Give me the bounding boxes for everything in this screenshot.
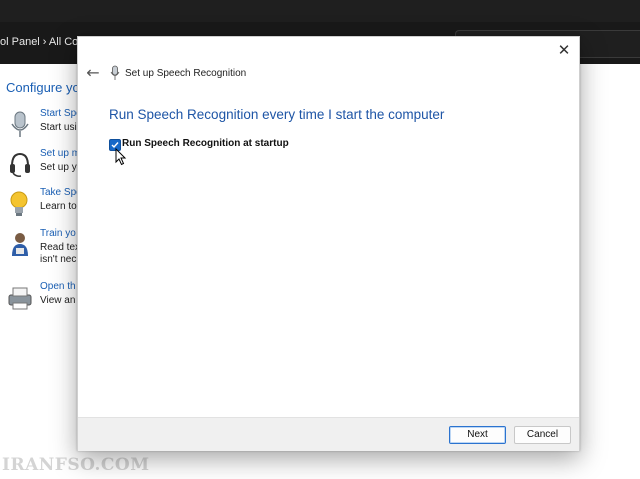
next-button[interactable]: Next <box>449 426 506 444</box>
back-arrow-icon[interactable]: ← <box>83 64 103 82</box>
bg-item-desc: Start usi <box>40 122 77 133</box>
printer-icon <box>8 287 32 310</box>
close-icon[interactable]: ✕ <box>555 41 573 59</box>
background-titlebar <box>0 0 640 22</box>
bg-item-tutorial[interactable]: Take Spe Learn to <box>6 187 86 227</box>
headset-icon <box>10 152 30 177</box>
bg-item-desc: Read tex isn't nec <box>40 242 81 265</box>
bg-item-link[interactable]: Start Spe <box>40 108 82 119</box>
dialog-title: Set up Speech Recognition <box>125 68 247 79</box>
bg-item-setup-mic[interactable]: Set up m Set up y <box>6 148 86 188</box>
microphone-icon <box>110 65 120 80</box>
bg-item-desc: Learn to <box>40 201 77 212</box>
bg-item-start-speech[interactable]: Start Spe Start usi <box>6 108 86 148</box>
startup-checkbox-label[interactable]: Run Speech Recognition at startup <box>122 138 289 149</box>
lightbulb-icon <box>10 191 28 216</box>
bg-item-link[interactable]: Open th <box>40 281 76 292</box>
person-icon <box>12 233 28 256</box>
background-heading: Configure yo <box>6 80 80 95</box>
watermark: IRANFSO.COM <box>2 455 150 475</box>
cancel-button[interactable]: Cancel <box>514 426 571 444</box>
bg-item-desc: View an <box>40 295 76 306</box>
breadcrumb[interactable]: ol Panel › All Co <box>0 36 78 48</box>
dialog-footer: Next Cancel <box>78 417 579 451</box>
bg-item-link[interactable]: Set up m <box>40 148 80 159</box>
speech-setup-dialog: ✕ ← Set up Speech Recognition Run Speech… <box>77 36 580 451</box>
bg-item-link[interactable]: Train yo <box>40 228 76 239</box>
bg-item-reference[interactable]: Open th View an <box>6 281 86 321</box>
microphone-icon <box>11 111 29 137</box>
bg-item-train[interactable]: Train yo Read tex isn't nec <box>6 228 86 268</box>
bg-item-desc: Set up y <box>40 162 77 173</box>
bg-item-link[interactable]: Take Spe <box>40 187 82 198</box>
mouse-cursor-icon <box>115 148 127 166</box>
page-heading: Run Speech Recognition every time I star… <box>109 107 445 122</box>
